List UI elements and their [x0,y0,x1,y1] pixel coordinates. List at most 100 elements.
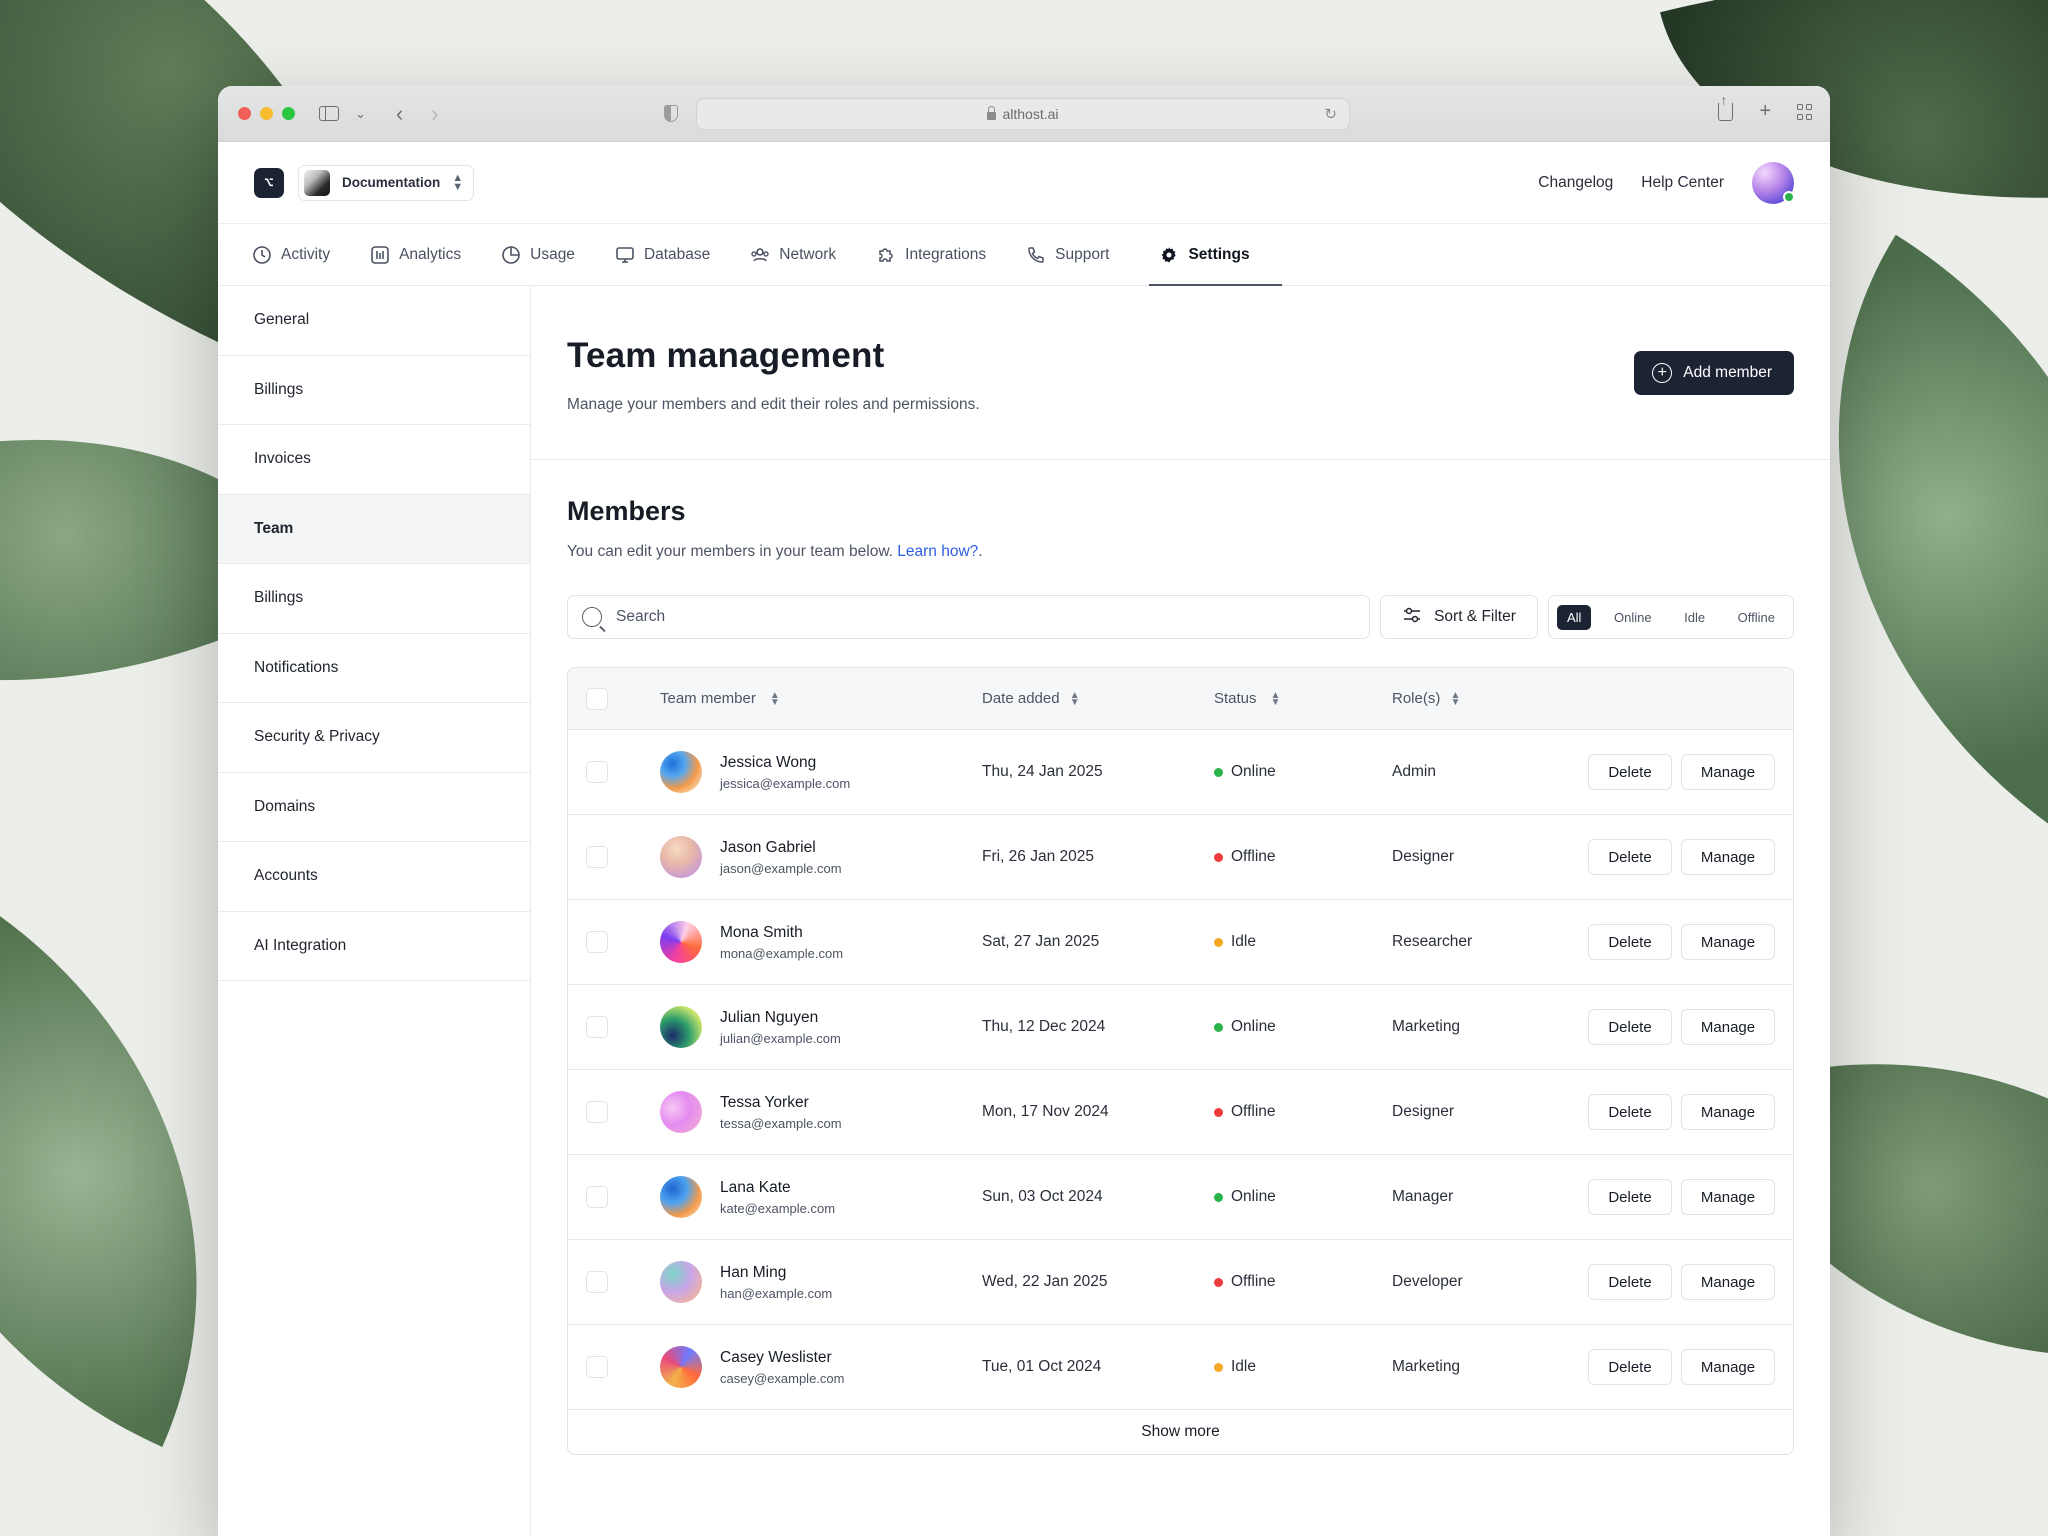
row-checkbox[interactable] [586,1356,608,1378]
avatar [660,1091,702,1133]
help-center-link[interactable]: Help Center [1641,174,1724,192]
sidebar-item-team[interactable]: Team [218,494,530,564]
users-network-icon [750,245,770,265]
members-subtitle: You can edit your members in your team b… [567,543,1794,561]
manage-button[interactable]: Manage [1681,1009,1775,1045]
tab-overview-icon[interactable] [1797,104,1812,121]
delete-button[interactable]: Delete [1588,1349,1672,1385]
workspace-switcher[interactable]: Documentation ▲ ▼ [298,164,475,201]
delete-button[interactable]: Delete [1588,1179,1672,1215]
back-arrow-icon[interactable]: ‹ [396,102,403,125]
column-status[interactable]: Status ▲ ▼ [1214,690,1392,707]
sidebar-item-security-privacy[interactable]: Security & Privacy [218,703,530,773]
members-toolbar: Sort & Filter All Online Idle Offline [567,595,1794,639]
row-actions: Delete Manage [1542,1349,1793,1385]
manage-button[interactable]: Manage [1681,924,1775,960]
show-more-button[interactable]: Show more [568,1410,1793,1454]
row-checkbox[interactable] [586,931,608,953]
tab-settings[interactable]: Settings [1149,224,1282,286]
phone-icon [1026,245,1046,265]
sidebar-item-invoices[interactable]: Invoices [218,425,530,495]
tab-network[interactable]: Network [750,224,856,285]
member-email: jessica@example.com [720,775,851,791]
delete-button[interactable]: Delete [1588,754,1672,790]
delete-button[interactable]: Delete [1588,1094,1672,1130]
segment-online[interactable]: Online [1604,605,1662,630]
role: Developer [1392,1273,1463,1290]
status-dot [1214,937,1223,947]
date-added: Tue, 01 Oct 2024 [982,1358,1102,1375]
search-box [567,595,1370,639]
manage-button[interactable]: Manage [1681,1179,1775,1215]
row-checkbox[interactable] [586,846,608,868]
tab-label: Settings [1188,245,1250,263]
minimize-window-button[interactable] [260,107,273,120]
chevron-down-icon[interactable]: ⌄ [355,106,366,122]
table-row: Han Ming han@example.com Wed, 22 Jan 2025 O… [568,1240,1793,1325]
segment-all[interactable]: All [1557,604,1592,630]
status-dot [1214,1362,1223,1372]
sidebar-item-domains[interactable]: Domains [218,773,530,842]
status-segmented-control: All Online Idle Offline [1548,595,1794,639]
status-dot [1214,1192,1223,1202]
close-window-button[interactable] [238,107,251,120]
sidebar-item-notifications[interactable]: Notifications [218,634,530,703]
manage-button[interactable]: Manage [1681,754,1775,790]
delete-button[interactable]: Delete [1588,839,1672,875]
address-bar[interactable]: althost.ai ↻ [696,98,1350,130]
row-checkbox[interactable] [586,1016,608,1038]
date-added: Sun, 03 Oct 2024 [982,1188,1103,1205]
row-actions: Delete Manage [1542,1009,1793,1045]
clock-icon [252,245,272,265]
sidebar-item-general[interactable]: General [218,286,530,356]
column-roles[interactable]: Role(s) ▲ ▼ [1392,690,1542,708]
tab-usage[interactable]: Usage [501,224,595,285]
row-checkbox[interactable] [586,1186,608,1208]
chevron-updown-icon: ▲ ▼ [452,171,464,193]
new-tab-icon[interactable]: + [1759,101,1771,121]
brand-logo-icon[interactable]: ⌥ [254,167,284,198]
tab-analytics[interactable]: Analytics [370,224,481,285]
sidebar-item-accounts[interactable]: Accounts [218,842,530,912]
manage-button[interactable]: Manage [1681,1264,1775,1300]
manage-button[interactable]: Manage [1681,1094,1775,1130]
date-added: Wed, 22 Jan 2025 [982,1273,1108,1290]
privacy-shield-icon[interactable] [664,105,678,122]
delete-button[interactable]: Delete [1588,1264,1672,1300]
member-info: Casey Weslister casey@example.com [720,1349,844,1386]
select-all-checkbox[interactable] [586,687,608,710]
row-checkbox[interactable] [586,761,608,783]
sidebar-item-billings[interactable]: Billings [218,356,530,425]
tab-support[interactable]: Support [1026,224,1129,285]
delete-button[interactable]: Delete [1588,924,1672,960]
add-member-button[interactable]: + Add member [1634,351,1794,395]
member-info: Jessica Wong jessica@example.com [720,754,850,791]
changelog-link[interactable]: Changelog [1538,174,1613,192]
reload-icon[interactable]: ↻ [1324,105,1337,123]
sidebar-toggle-icon[interactable] [319,106,339,121]
delete-button[interactable]: Delete [1588,1009,1672,1045]
share-icon[interactable] [1718,93,1734,121]
member-name: Tessa Yorker [720,1093,809,1111]
segment-offline[interactable]: Offline [1728,605,1785,630]
zoom-window-button[interactable] [282,107,295,120]
tab-activity[interactable]: Activity [252,224,350,285]
forward-arrow-icon[interactable]: › [431,102,438,125]
segment-idle[interactable]: Idle [1674,605,1715,630]
sort-filter-button[interactable]: Sort & Filter [1380,595,1538,639]
learn-how-link[interactable]: Learn how? [897,543,978,560]
column-team-member[interactable]: Team member ▲ ▼ [660,690,982,707]
row-checkbox[interactable] [586,1271,608,1293]
manage-button[interactable]: Manage [1681,1349,1775,1385]
tab-database[interactable]: Database [615,224,730,285]
sliders-icon [1402,606,1422,629]
column-date-added[interactable]: Date added ▲ ▼ [982,690,1214,708]
members-table: Team member ▲ ▼ Date added ▲ ▼ Status ▲ ▼ [567,667,1794,1455]
search-input[interactable] [616,608,1369,626]
sidebar-item-billings-2[interactable]: Billings [218,564,530,634]
sidebar-item-ai-integration[interactable]: AI Integration [218,912,530,981]
row-checkbox[interactable] [586,1101,608,1123]
manage-button[interactable]: Manage [1681,839,1775,875]
tab-integrations[interactable]: Integrations [876,224,1006,285]
user-avatar[interactable] [1752,161,1795,204]
